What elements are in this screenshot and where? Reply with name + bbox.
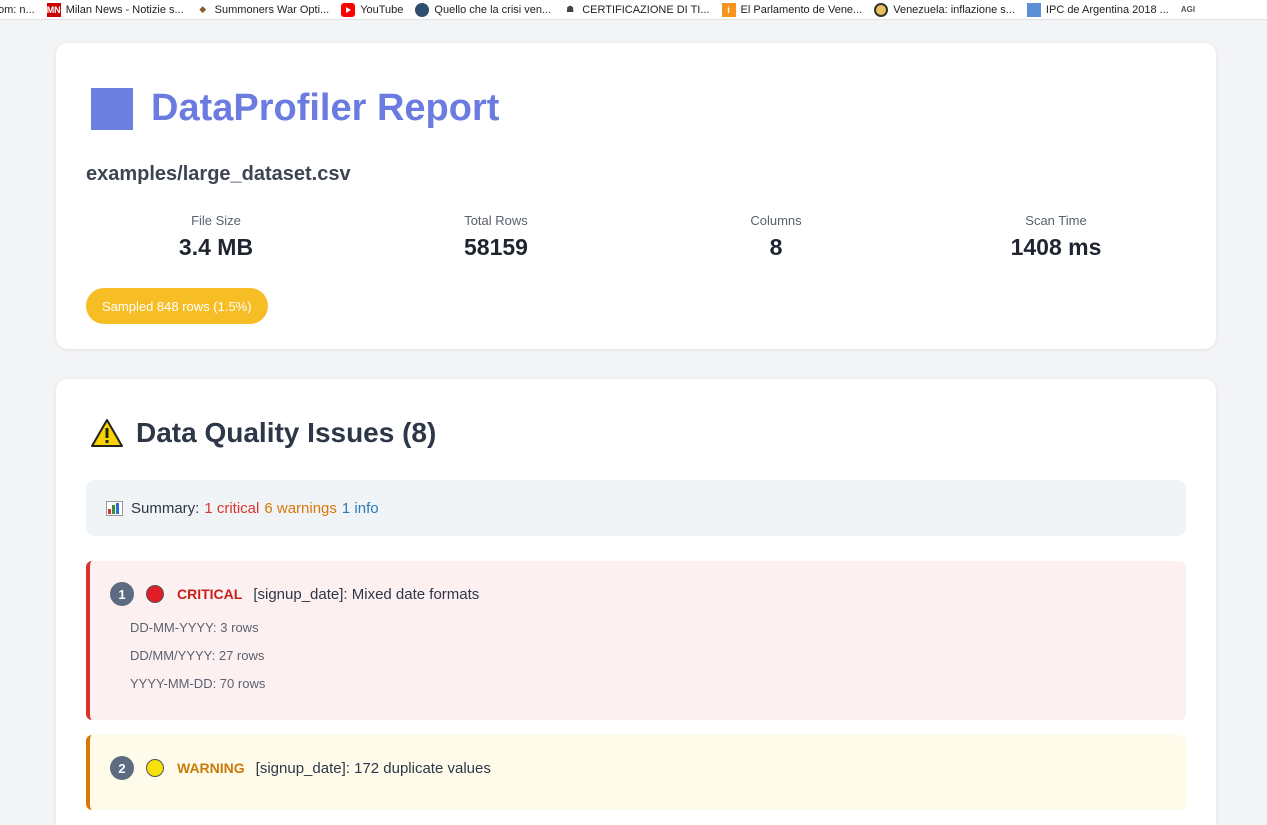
stat-columns: Columns 8 bbox=[636, 213, 916, 261]
bookmark-label: Venezuela: inflazione s... bbox=[893, 3, 1015, 16]
bookmark-item[interactable]: MN Milan News - Notizie s... bbox=[46, 2, 184, 17]
severity-label: CRITICAL bbox=[177, 586, 243, 602]
issue-detail-line: YYYY-MM-DD: 70 rows bbox=[130, 676, 266, 691]
report-logo-icon bbox=[91, 87, 133, 130]
severity-label: WARNING bbox=[177, 760, 245, 776]
issue-header: 1 CRITICAL [signup_date]: Mixed date for… bbox=[110, 582, 479, 606]
stat-value: 8 bbox=[769, 234, 783, 260]
bookmark-label: YouTube bbox=[360, 3, 404, 16]
report-header-card: DataProfiler Report examples/large_datas… bbox=[56, 43, 1216, 349]
stats-row: File Size 3.4 MB Total Rows 58159 Column… bbox=[76, 213, 1196, 261]
stat-total-rows: Total Rows 58159 bbox=[356, 213, 636, 261]
issue-header: 2 WARNING [signup_date]: 172 duplicate v… bbox=[110, 756, 491, 780]
bookmark-item[interactable]: AGI bbox=[1181, 5, 1195, 14]
stat-label: Columns bbox=[750, 213, 802, 228]
bookmark-item[interactable]: ◆ Summoners War Opti... bbox=[196, 3, 330, 17]
issues-heading: Data Quality Issues (8) bbox=[90, 417, 436, 449]
bookmark-item[interactable]: YouTube bbox=[341, 2, 404, 17]
issue-number: 2 bbox=[110, 756, 134, 780]
bookmark-item[interactable]: ☗ CERTIFICAZIONE DI TI... bbox=[563, 3, 709, 17]
yellow-circle-icon bbox=[146, 759, 164, 777]
issue-item: 2 WARNING [signup_date]: 172 duplicate v… bbox=[86, 735, 1186, 810]
bookmark-item[interactable]: Venezuela: inflazione s... bbox=[874, 2, 1015, 17]
stat-scan-time: Scan Time 1408 ms bbox=[916, 213, 1196, 261]
summary-warning-count: 6 warnings bbox=[264, 499, 337, 517]
bookmark-item[interactable]: i El Parlamento de Vene... bbox=[721, 2, 863, 17]
summary-critical-count: 1 critical bbox=[204, 499, 260, 517]
summary-prefix: Summary: bbox=[131, 499, 200, 517]
stat-value: 1408 ms bbox=[1010, 234, 1102, 260]
bookmark-label: Summoners War Opti... bbox=[214, 3, 330, 16]
stat-label: Scan Time bbox=[1025, 213, 1087, 228]
bookmarks-bar: om: n... MN Milan News - Notizie s... ◆ Su… bbox=[0, 0, 1267, 20]
globe-icon bbox=[415, 2, 430, 17]
stat-value: 58159 bbox=[464, 234, 528, 260]
bookmark-label: Milan News - Notizie s... bbox=[65, 3, 184, 16]
youtube-icon bbox=[341, 2, 356, 17]
issue-detail-line: DD-MM-YYYY: 3 rows bbox=[130, 620, 259, 635]
issues-summary: Summary: 1 critical 6 warnings 1 info bbox=[86, 480, 1186, 536]
red-circle-icon bbox=[146, 585, 164, 603]
sample-badge: Sampled 848 rows (1.5%) bbox=[86, 288, 268, 324]
bookmark-label: El Parlamento de Vene... bbox=[740, 3, 863, 16]
file-name: examples/large_dataset.csv bbox=[86, 163, 351, 185]
bookmark-item[interactable]: om: n... bbox=[0, 4, 35, 16]
issues-title: Data Quality Issues (8) bbox=[136, 417, 437, 448]
summary-info-count: 1 info bbox=[341, 499, 379, 517]
issue-number: 1 bbox=[110, 582, 134, 606]
coin-icon bbox=[874, 2, 889, 17]
stat-label: File Size bbox=[191, 213, 241, 228]
bookmark-label: om: n... bbox=[0, 3, 35, 16]
issue-details: DD-MM-YYYY: 3 rows DD/MM/YYYY: 27 rows Y… bbox=[130, 619, 265, 703]
bookmark-label: AGI bbox=[1180, 5, 1196, 14]
bookmark-label: CERTIFICAZIONE DI TI... bbox=[582, 3, 710, 16]
certificate-icon: ☗ bbox=[566, 4, 575, 14]
issues-card: Data Quality Issues (8) Summary: 1 criti… bbox=[56, 379, 1216, 825]
bookmark-item[interactable]: Quello che la crisi ven... bbox=[415, 2, 552, 17]
warning-icon bbox=[91, 419, 123, 447]
summoners-war-icon: ◆ bbox=[199, 4, 207, 14]
issue-message: [signup_date]: Mixed date formats bbox=[253, 585, 480, 603]
page-title: DataProfiler Report bbox=[151, 87, 500, 129]
milan-news-icon: MN bbox=[46, 2, 61, 17]
issue-message: [signup_date]: 172 duplicate values bbox=[255, 759, 491, 777]
stat-label: Total Rows bbox=[464, 213, 528, 228]
report-title-row: DataProfiler Report bbox=[91, 87, 499, 130]
bookmark-label: IPC de Argentina 2018 ... bbox=[1045, 3, 1169, 16]
bookmark-item[interactable]: IPC de Argentina 2018 ... bbox=[1026, 2, 1169, 17]
stat-file-size: File Size 3.4 MB bbox=[76, 213, 356, 261]
chart-icon bbox=[1026, 2, 1041, 17]
bar-chart-icon bbox=[106, 500, 123, 516]
info-icon: i bbox=[721, 2, 736, 17]
issue-detail-line: DD/MM/YYYY: 27 rows bbox=[130, 648, 265, 663]
stat-value: 3.4 MB bbox=[178, 234, 254, 260]
bookmark-label: Quello che la crisi ven... bbox=[434, 3, 552, 16]
issue-item: 1 CRITICAL [signup_date]: Mixed date for… bbox=[86, 561, 1186, 720]
